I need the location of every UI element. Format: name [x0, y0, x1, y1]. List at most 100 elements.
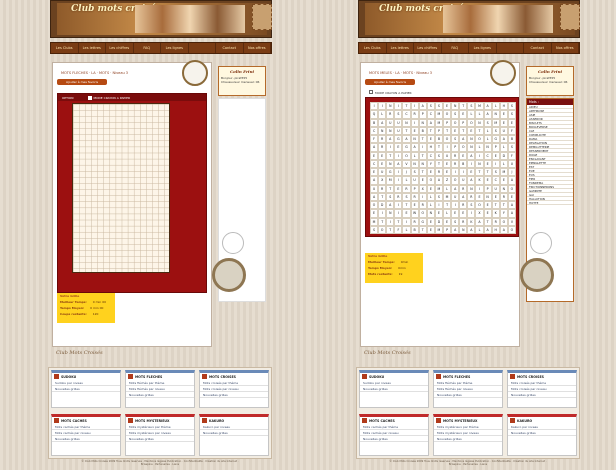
- grid-cell[interactable]: S: [410, 168, 419, 177]
- grid-cell[interactable]: O: [402, 151, 411, 160]
- grid-cell[interactable]: Q: [370, 110, 379, 119]
- grid-cell[interactable]: I: [394, 209, 403, 218]
- grid-cell[interactable]: N: [451, 102, 460, 111]
- card-link[interactable]: Nouvelles grilles: [508, 392, 576, 398]
- grid-cell[interactable]: I: [394, 201, 403, 210]
- grid-cell[interactable]: E: [378, 151, 387, 160]
- nav-item[interactable]: FAQ: [134, 43, 161, 53]
- grid-cell[interactable]: I: [378, 209, 387, 218]
- grid-cell[interactable]: W: [410, 209, 419, 218]
- grid-cell[interactable]: G: [386, 168, 395, 177]
- nav-item[interactable]: FAQ: [442, 43, 469, 53]
- grid-cell[interactable]: A: [499, 225, 508, 234]
- grid-cell[interactable]: T: [402, 126, 411, 135]
- grid-cell[interactable]: I: [467, 209, 476, 218]
- card-link[interactable]: Nouvelles grilles: [508, 430, 576, 436]
- grid-cell[interactable]: S: [491, 168, 500, 177]
- grid-cell[interactable]: A: [402, 135, 411, 144]
- grid-cell[interactable]: E: [370, 151, 379, 160]
- grid-cell[interactable]: E: [370, 209, 379, 218]
- grid-cell[interactable]: E: [499, 118, 508, 127]
- grid-cell[interactable]: A: [483, 225, 492, 234]
- grid-cell[interactable]: A: [467, 176, 476, 185]
- grid-cell[interactable]: M: [434, 110, 443, 119]
- grid-cell[interactable]: A: [370, 192, 379, 201]
- grid-cell[interactable]: T: [378, 217, 387, 226]
- grid-cell[interactable]: B: [434, 135, 443, 144]
- grid-cell[interactable]: N: [402, 118, 411, 127]
- grid-cell[interactable]: S: [507, 110, 516, 119]
- grid-cell[interactable]: E: [459, 151, 468, 160]
- add-favorite-button[interactable]: Ajouter à mes favoris: [57, 79, 107, 85]
- grid-cell[interactable]: R: [394, 192, 403, 201]
- grid-cell[interactable]: O: [442, 110, 452, 119]
- grid-cell[interactable]: I: [386, 143, 395, 152]
- grid-cell[interactable]: A: [483, 102, 492, 111]
- grid-cell[interactable]: P: [451, 143, 460, 152]
- grid-cell[interactable]: P: [442, 118, 452, 127]
- grid-cell[interactable]: A: [386, 201, 395, 210]
- grid-cell[interactable]: L: [378, 110, 387, 119]
- card-link[interactable]: Nouvelles grilles: [200, 392, 268, 398]
- grid-cell[interactable]: R: [459, 184, 468, 193]
- grid-cell[interactable]: N: [459, 225, 468, 234]
- grid-cell[interactable]: L: [410, 151, 419, 160]
- grid-cell[interactable]: L: [426, 201, 435, 210]
- card-link[interactable]: Nouvelles grilles: [360, 386, 428, 392]
- grid-cell[interactable]: I: [394, 176, 403, 185]
- grid-cell[interactable]: L: [499, 159, 508, 168]
- grid-cell[interactable]: F: [507, 151, 516, 160]
- grid-cell[interactable]: S: [467, 102, 476, 111]
- nav-item[interactable]: Les Clubs: [359, 43, 387, 53]
- grid-cell[interactable]: M: [475, 102, 484, 111]
- grid-cell[interactable]: N: [483, 192, 492, 201]
- grid-cell[interactable]: V: [402, 159, 411, 168]
- grid-cell[interactable]: S: [402, 192, 411, 201]
- grid-cell[interactable]: T: [386, 151, 395, 160]
- grid-cell[interactable]: T: [418, 135, 427, 144]
- grid-cell[interactable]: N: [378, 126, 387, 135]
- grid-cell[interactable]: E: [499, 110, 508, 119]
- grid-cell[interactable]: O: [475, 135, 484, 144]
- grid-cell[interactable]: P: [434, 126, 443, 135]
- grid-cell[interactable]: U: [451, 192, 460, 201]
- grid-cell[interactable]: V: [507, 217, 516, 226]
- grid-cell[interactable]: T: [402, 201, 411, 210]
- grid-cell[interactable]: T: [499, 201, 508, 210]
- grid-cell[interactable]: E: [410, 126, 419, 135]
- grid-cell[interactable]: C: [483, 151, 492, 160]
- grid-cell[interactable]: E: [467, 168, 476, 177]
- grid-cell[interactable]: I: [451, 168, 460, 177]
- grid-cell[interactable]: A: [483, 110, 492, 119]
- grid-cell[interactable]: R: [410, 217, 419, 226]
- grid-cell[interactable]: N: [418, 118, 427, 127]
- grid-cell[interactable]: N: [386, 126, 395, 135]
- grid-cell[interactable]: C: [370, 159, 379, 168]
- grid-cell[interactable]: R: [402, 184, 411, 193]
- grid-cell[interactable]: N: [410, 135, 419, 144]
- grid-cell[interactable]: E: [459, 209, 468, 218]
- option-label[interactable]: OPTION: [62, 96, 74, 100]
- grid-cell[interactable]: M: [434, 118, 443, 127]
- grid-cell[interactable]: T: [418, 168, 427, 177]
- grid-cell[interactable]: A: [410, 143, 419, 152]
- grid-cell[interactable]: N: [491, 110, 500, 119]
- card-link[interactable]: Nouvelles grilles: [200, 430, 268, 436]
- grid-cell[interactable]: M: [491, 118, 500, 127]
- grid-cell[interactable]: R: [410, 192, 419, 201]
- grid-cell[interactable]: O: [418, 209, 427, 218]
- grid-cell[interactable]: T: [442, 126, 452, 135]
- grid-cell[interactable]: O: [451, 118, 460, 127]
- grid-cell[interactable]: U: [410, 176, 419, 185]
- add-favorite-button[interactable]: Ajouter à mes favoris: [365, 79, 415, 85]
- grid-cell[interactable]: P: [418, 110, 427, 119]
- grid-cell[interactable]: G: [402, 143, 411, 152]
- grid-cell[interactable]: R: [418, 201, 427, 210]
- grid-cell[interactable]: J: [402, 168, 411, 177]
- grid-cell[interactable]: L: [475, 110, 484, 119]
- grid-cell[interactable]: K: [475, 176, 484, 185]
- grid-cell[interactable]: U: [386, 118, 395, 127]
- grid-cell[interactable]: E: [426, 168, 435, 177]
- grid-cell[interactable]: H: [426, 143, 435, 152]
- grid-cell[interactable]: E: [426, 225, 435, 234]
